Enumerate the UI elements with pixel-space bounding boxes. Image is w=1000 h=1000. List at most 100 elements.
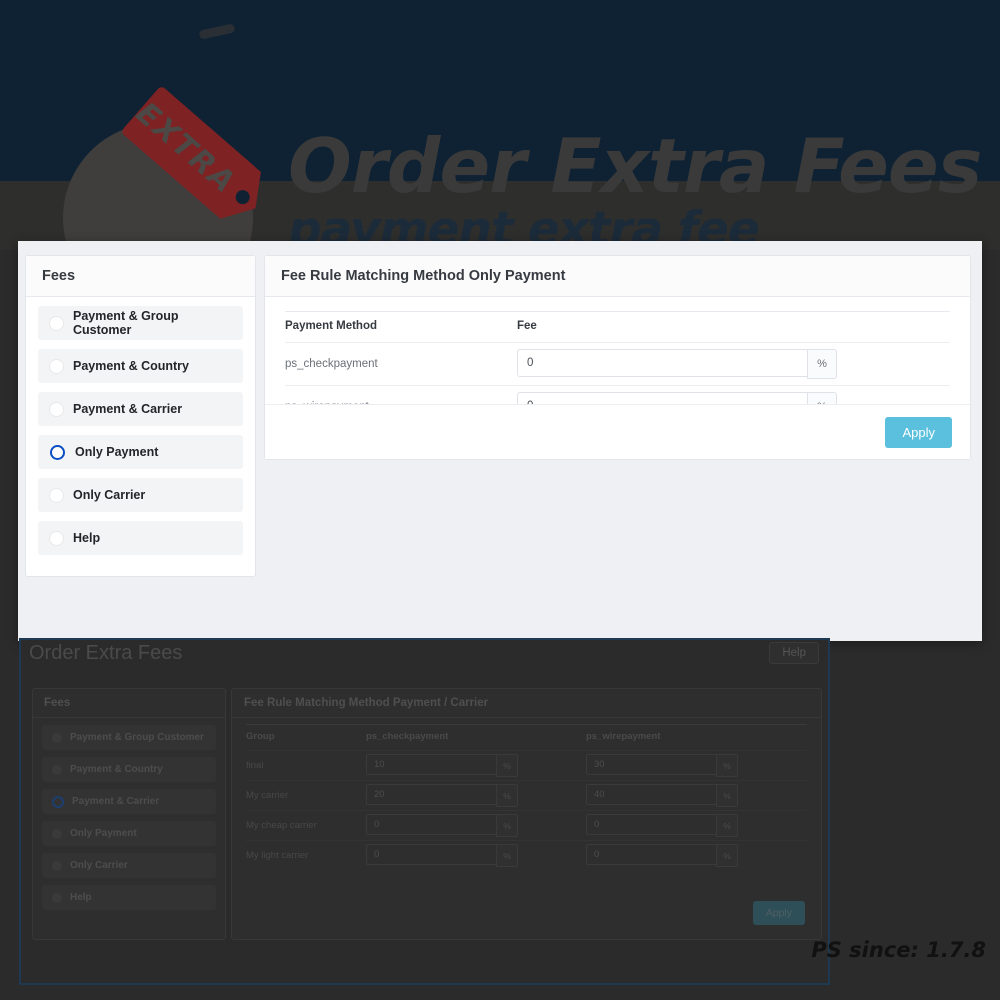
sidebar-item-label: Payment & Country [70,764,163,775]
percent-addon: % [496,814,518,837]
fee-input-group[interactable]: 0 % [586,814,738,837]
sidebar-item-label: Payment & Group Customer [70,732,204,743]
fee-input[interactable]: 40 [586,784,716,805]
secondary-fee-rule-table: Group ps_checkpayment ps_wirepayment fin… [246,724,807,870]
secondary-screenshot: Order Extra Fees Help Fees Payment & Gro… [19,638,830,985]
sidebar-item-label: Only Carrier [73,488,146,502]
radio-icon[interactable] [50,359,63,373]
sidebar-item-payment-group-customer[interactable]: Payment & Group Customer [42,725,216,750]
fee-input-group[interactable]: 30 % [586,754,738,777]
fee-input-group[interactable]: 40 % [586,784,738,807]
tag-string-icon [198,23,236,40]
fee-rule-footer: Apply [265,404,970,459]
sidebar-item-label: Payment & Group Customer [73,309,179,337]
radio-selected-icon[interactable] [52,795,64,808]
cell-group: My carrier [246,780,366,811]
secondary-fees-sidebar-card: Fees Payment & Group Customer Payment & … [32,688,226,940]
fee-input[interactable]: 0 [586,844,716,865]
fee-input[interactable]: 30 [586,754,716,775]
table-header-row: Payment Method Fee [285,311,950,343]
sidebar-item-only-carrier[interactable]: Only Carrier [38,478,243,512]
fee-input[interactable]: 0 [586,814,716,835]
cell-checkpayment: 0 % [366,840,586,870]
fee-input-group[interactable]: % [517,349,837,379]
fee-input-ps-checkpayment[interactable] [517,349,807,377]
percent-addon: % [496,754,518,777]
cell-payment-method: ps_checkpayment [285,342,517,386]
percent-addon: % [807,349,837,379]
sidebar-item-only-carrier[interactable]: Only Carrier [42,853,216,878]
radio-icon[interactable] [52,860,62,871]
fee-input-group[interactable]: 0 % [366,844,518,867]
fee-input[interactable]: 0 [366,814,496,835]
radio-icon[interactable] [52,764,62,775]
sidebar-item-only-payment[interactable]: Only Payment [38,435,243,469]
percent-addon: % [716,754,738,777]
cell-group: My cheap carrier [246,810,366,841]
fee-rule-header: Fee Rule Matching Method Only Payment [265,256,970,297]
radio-selected-icon[interactable] [50,444,65,460]
cell-wirepayment: 0 % [586,840,807,870]
promo-banner: EXTRA Order Extra Fees payment extra fee [0,0,1000,250]
sidebar-item-help[interactable]: Help [42,885,216,910]
ps-version-label: PS since: 1.7.8 [811,938,986,962]
secondary-page-title: Order Extra Fees [29,642,183,664]
fees-sidebar-card: Fees Payment & Group Customer Payment & … [25,255,256,577]
sidebar-item-label: Help [70,892,92,903]
main-screenshot-overlay: Fees Payment & Group Customer Payment & … [18,241,982,641]
percent-addon: % [716,784,738,807]
table-row: ps_checkpayment % [285,342,950,386]
column-header-group: Group [246,724,366,751]
help-button[interactable]: Help [769,642,819,664]
radio-icon[interactable] [50,531,63,545]
sidebar-item-label: Payment & Carrier [72,796,160,807]
sidebar-item-label: Only Payment [70,828,137,839]
fee-input[interactable]: 0 [366,844,496,865]
fee-input-group[interactable]: 0 % [366,814,518,837]
sidebar-item-help[interactable]: Help [38,521,243,555]
fee-input-group[interactable]: 10 % [366,754,518,777]
sidebar-item-payment-carrier[interactable]: Payment & Carrier [42,789,216,814]
sidebar-item-payment-country[interactable]: Payment & Country [38,349,243,383]
table-row: My light carrier 0 % 0 % [246,840,807,870]
fee-input-group[interactable]: 0 % [586,844,738,867]
cell-group: My light carrier [246,840,366,870]
cell-checkpayment: 20 % [366,780,586,811]
apply-button[interactable]: Apply [885,416,952,448]
percent-addon: % [716,844,738,867]
secondary-fee-rule-header: Fee Rule Matching Method Payment / Carri… [232,689,821,718]
radio-icon[interactable] [50,488,63,502]
fee-input-group[interactable]: 20 % [366,784,518,807]
fees-sidebar-list: Payment & Group Customer Payment & Count… [26,297,255,576]
radio-icon[interactable] [52,732,62,743]
radio-icon[interactable] [52,892,62,903]
radio-icon[interactable] [50,316,63,330]
cell-wirepayment: 40 % [586,780,807,811]
sidebar-item-label: Payment & Carrier [73,402,183,416]
cell-fee: % [517,342,950,386]
sidebar-item-label: Payment & Country [73,359,189,373]
percent-addon: % [716,814,738,837]
sidebar-item-payment-country[interactable]: Payment & Country [42,757,216,782]
sidebar-item-only-payment[interactable]: Only Payment [42,821,216,846]
sidebar-item-payment-group-customer[interactable]: Payment & Group Customer [38,306,243,340]
fee-input[interactable]: 10 [366,754,496,775]
cell-wirepayment: 0 % [586,810,807,841]
secondary-fees-header: Fees [33,689,225,718]
column-header-ps-wirepayment: ps_wirepayment [586,724,807,751]
cell-checkpayment: 10 % [366,750,586,781]
percent-addon: % [496,784,518,807]
cell-wirepayment: 30 % [586,750,807,781]
table-row: My cheap carrier 0 % 0 % [246,810,807,841]
fee-input[interactable]: 20 [366,784,496,805]
fee-rule-card: Fee Rule Matching Method Only Payment Pa… [264,255,971,460]
sidebar-item-label: Only Payment [75,445,159,459]
radio-icon[interactable] [52,828,62,839]
table-row: final 10 % 30 % [246,750,807,781]
column-header-ps-checkpayment: ps_checkpayment [366,724,586,751]
fees-sidebar-header: Fees [26,256,255,297]
secondary-apply-button[interactable]: Apply [752,901,805,925]
secondary-fee-rule-card: Fee Rule Matching Method Payment / Carri… [231,688,822,940]
radio-icon[interactable] [50,402,63,416]
sidebar-item-payment-carrier[interactable]: Payment & Carrier [38,392,243,426]
